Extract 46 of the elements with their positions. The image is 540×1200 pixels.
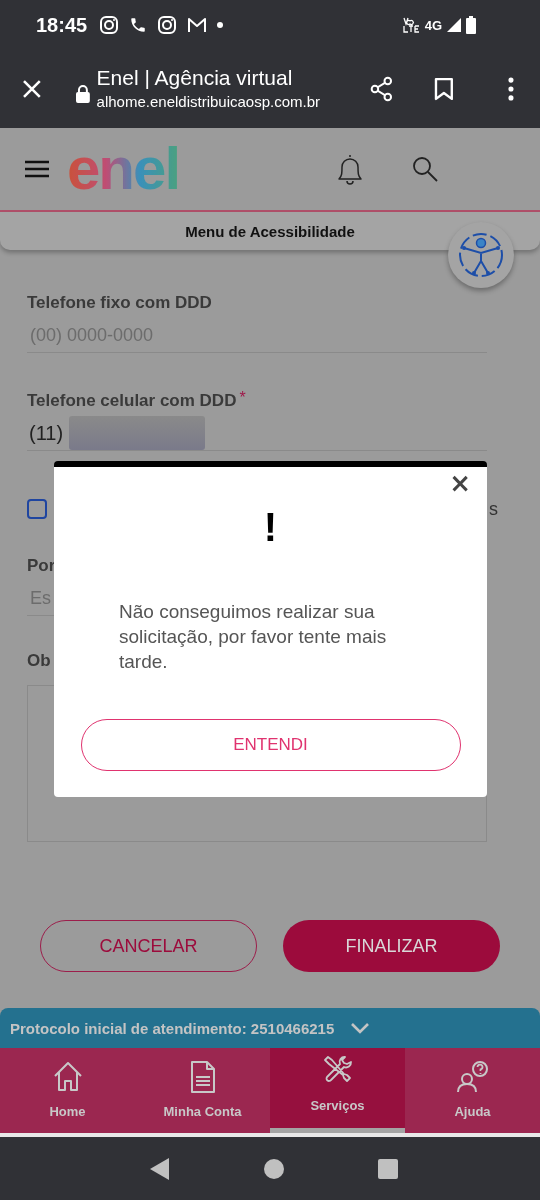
field-label: Telefone fixo com DDD xyxy=(27,292,212,314)
mail-icon xyxy=(187,16,208,34)
protocol-text: Protocolo inicial de atendimento: 2510466215 xyxy=(10,1019,335,1037)
checkbox[interactable] xyxy=(27,499,47,519)
ok-button[interactable]: ENTENDI xyxy=(80,719,461,771)
share-icon[interactable] xyxy=(368,76,395,102)
checkbox-label: s xyxy=(489,498,499,520)
chevron-icon[interactable] xyxy=(350,1022,371,1034)
input-field[interactable]: (11) xyxy=(27,416,487,451)
signal-icon xyxy=(446,17,462,33)
lock-icon xyxy=(75,85,90,103)
nav-tab[interactable]: Serviços xyxy=(270,1048,405,1133)
nav-tab[interactable]: Home xyxy=(0,1048,135,1133)
more-icon[interactable] xyxy=(508,77,514,101)
close-icon[interactable] xyxy=(22,79,42,99)
accessibility-menu-bar[interactable]: Menu de Acessibilidade xyxy=(0,212,540,250)
field-label: Ob xyxy=(27,650,51,672)
camera-icon xyxy=(99,15,120,35)
field-label: Telefone celular com DDD xyxy=(27,390,237,412)
dot-icon xyxy=(217,22,224,28)
required-mark: * xyxy=(239,390,246,406)
clock-time: 18:45 xyxy=(36,13,88,37)
search-icon[interactable] xyxy=(411,155,439,183)
page-title: Enel | Agência virtual xyxy=(96,65,294,91)
dialog-message: Não conseguimos realizar sua solicitação, por favor tente mais tarde. xyxy=(119,600,388,674)
field-label: Por xyxy=(27,555,56,577)
close-button[interactable]: × xyxy=(445,469,475,497)
menu-icon[interactable] xyxy=(25,160,49,178)
camera-icon xyxy=(157,15,178,35)
accessibility-button[interactable] xyxy=(448,222,514,288)
recents-icon[interactable] xyxy=(378,1158,399,1179)
alert-mark: ! xyxy=(263,505,278,549)
nav-tab[interactable]: Minha Conta xyxy=(135,1048,270,1133)
nav-tab[interactable]: Ajuda xyxy=(405,1048,540,1133)
bookmark-icon[interactable] xyxy=(434,77,455,101)
back-icon[interactable] xyxy=(148,1156,171,1181)
network-type: 4G xyxy=(424,17,442,33)
phone-icon xyxy=(129,16,148,34)
accessibility-icon xyxy=(457,231,505,279)
battery-icon xyxy=(466,16,476,34)
finish-button[interactable]: FINALIZAR xyxy=(283,920,500,972)
page-url: alhome.eneldistribuicaosp.com.br xyxy=(96,92,322,112)
bell-icon[interactable] xyxy=(335,152,365,186)
home-button-icon[interactable] xyxy=(264,1158,285,1179)
volte-icon xyxy=(402,17,421,33)
help-icon xyxy=(455,1060,490,1094)
